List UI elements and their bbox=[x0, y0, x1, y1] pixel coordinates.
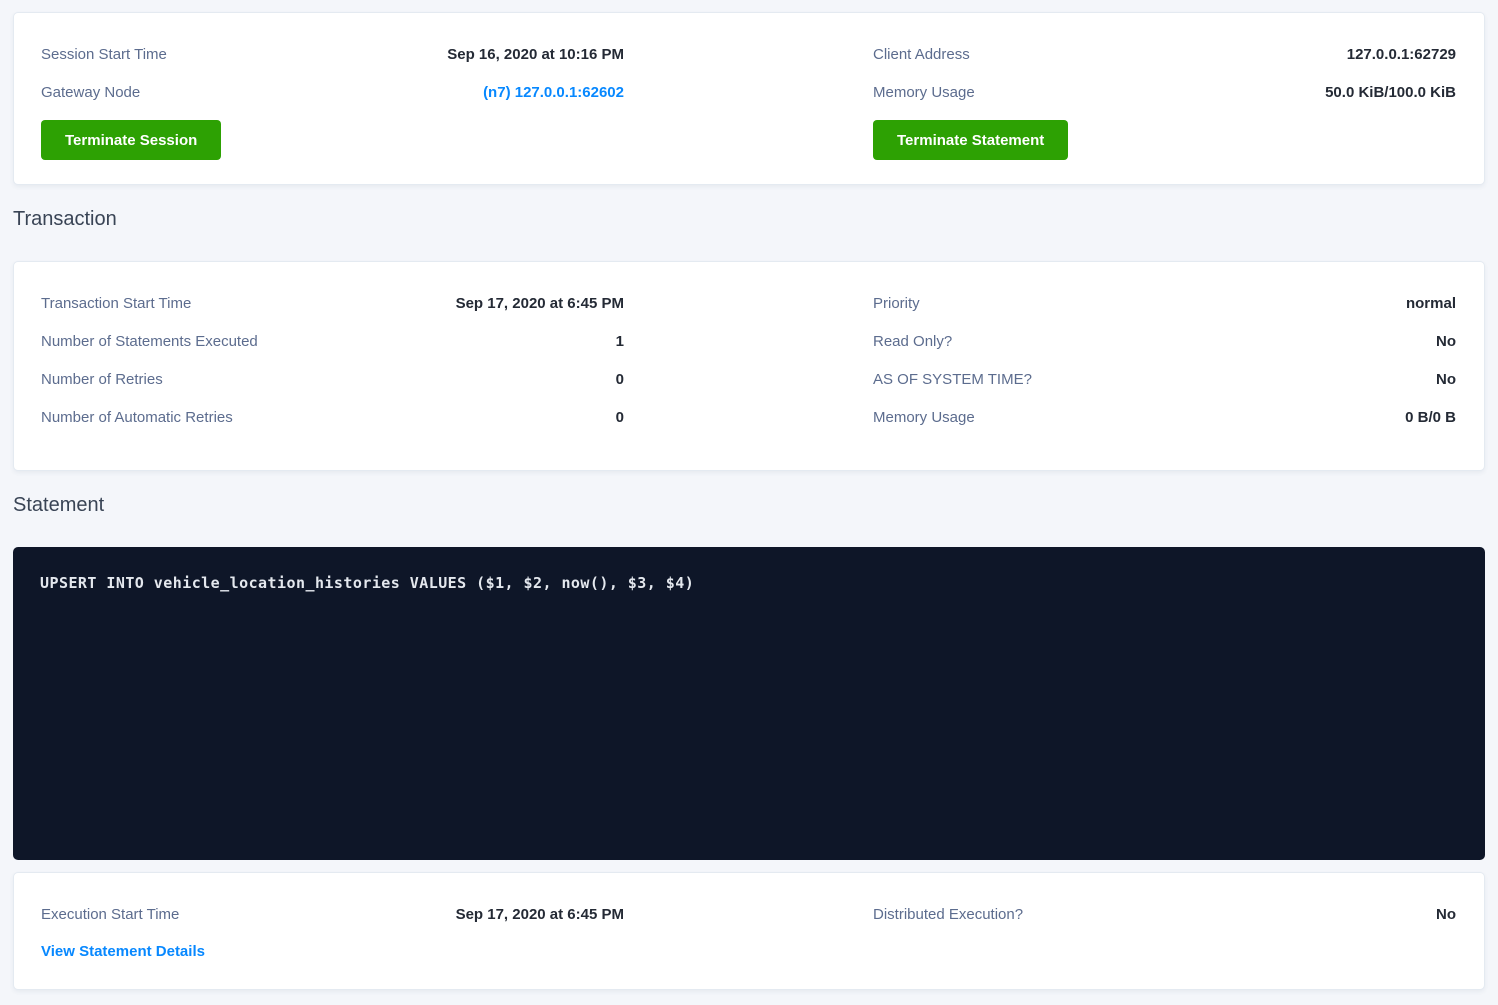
summary-row: Distributed Execution? No bbox=[873, 895, 1456, 933]
row-label: Client Address bbox=[873, 46, 970, 63]
summary-row: Memory Usage 50.0 KiB/100.0 KiB bbox=[873, 73, 1456, 111]
row-value: Sep 16, 2020 at 10:16 PM bbox=[447, 46, 624, 63]
row-label: Number of Retries bbox=[41, 371, 163, 388]
row-value: 0 bbox=[616, 371, 624, 388]
row-label: Read Only? bbox=[873, 333, 952, 350]
row-label: Number of Statements Executed bbox=[41, 333, 258, 350]
view-statement-details-link[interactable]: View Statement Details bbox=[41, 933, 205, 971]
terminate-statement-button[interactable]: Terminate Statement bbox=[873, 120, 1068, 160]
summary-row: Client Address 127.0.0.1:62729 bbox=[873, 35, 1456, 73]
row-value: 127.0.0.1:62729 bbox=[1347, 46, 1456, 63]
summary-row: Number of Statements Executed 1 bbox=[41, 322, 624, 360]
summary-row: AS OF SYSTEM TIME? No bbox=[873, 360, 1456, 398]
transaction-section-title: Transaction bbox=[13, 208, 1485, 231]
row-label: AS OF SYSTEM TIME? bbox=[873, 371, 1032, 388]
session-summary-card: Session Start Time Sep 16, 2020 at 10:16 … bbox=[13, 12, 1485, 185]
transaction-left-rows: Transaction Start Time Sep 17, 2020 at 6:… bbox=[41, 284, 624, 436]
session-summary-left-rows: Session Start Time Sep 16, 2020 at 10:16 … bbox=[41, 35, 624, 111]
statement-section-title: Statement bbox=[13, 494, 1485, 517]
summary-row: Priority normal bbox=[873, 284, 1456, 322]
execution-left-rows: Execution Start Time Sep 17, 2020 at 6:45… bbox=[41, 895, 624, 933]
summary-row: Read Only? No bbox=[873, 322, 1456, 360]
row-value: 50.0 KiB/100.0 KiB bbox=[1325, 84, 1456, 101]
row-value: No bbox=[1436, 371, 1456, 388]
summary-row: Session Start Time Sep 16, 2020 at 10:16 … bbox=[41, 35, 624, 73]
row-label: Number of Automatic Retries bbox=[41, 409, 233, 426]
row-label: Memory Usage bbox=[873, 409, 975, 426]
row-label: Priority bbox=[873, 295, 920, 312]
row-value: Sep 17, 2020 at 6:45 PM bbox=[456, 295, 624, 312]
row-value: 0 B/0 B bbox=[1405, 409, 1456, 426]
session-summary-right-column: Client Address 127.0.0.1:62729 Memory Usag… bbox=[873, 35, 1456, 160]
summary-row: Number of Automatic Retries 0 bbox=[41, 398, 624, 436]
execution-details-card: Execution Start Time Sep 17, 2020 at 6:45… bbox=[13, 872, 1485, 990]
row-label: Session Start Time bbox=[41, 46, 167, 63]
row-value: normal bbox=[1406, 295, 1456, 312]
session-summary-right-rows: Client Address 127.0.0.1:62729 Memory Usag… bbox=[873, 35, 1456, 111]
session-details-page: Session Start Time Sep 16, 2020 at 10:16 … bbox=[0, 0, 1498, 990]
row-value: Sep 17, 2020 at 6:45 PM bbox=[456, 906, 624, 923]
statement-sql-text: UPSERT INTO vehicle_location_histories V… bbox=[40, 574, 1458, 592]
row-value: No bbox=[1436, 906, 1456, 923]
summary-row: Transaction Start Time Sep 17, 2020 at 6:… bbox=[41, 284, 624, 322]
row-value: No bbox=[1436, 333, 1456, 350]
row-value: 0 bbox=[616, 409, 624, 426]
summary-row: Execution Start Time Sep 17, 2020 at 6:45… bbox=[41, 895, 624, 933]
row-label: Memory Usage bbox=[873, 84, 975, 101]
transaction-card: Transaction Start Time Sep 17, 2020 at 6:… bbox=[13, 261, 1485, 471]
row-value: 1 bbox=[616, 333, 624, 350]
summary-row: Gateway Node (n7) 127.0.0.1:62602 bbox=[41, 73, 624, 111]
session-summary-left-column: Session Start Time Sep 16, 2020 at 10:16 … bbox=[41, 35, 624, 160]
row-label: Transaction Start Time bbox=[41, 295, 191, 312]
statement-sql-box: UPSERT INTO vehicle_location_histories V… bbox=[13, 547, 1485, 860]
summary-row: Memory Usage 0 B/0 B bbox=[873, 398, 1456, 436]
gateway-node-link[interactable]: (n7) 127.0.0.1:62602 bbox=[483, 84, 624, 101]
execution-right-rows: Distributed Execution? No bbox=[873, 895, 1456, 971]
row-label: Gateway Node bbox=[41, 84, 140, 101]
execution-left-column: Execution Start Time Sep 17, 2020 at 6:45… bbox=[41, 895, 624, 971]
terminate-session-button[interactable]: Terminate Session bbox=[41, 120, 221, 160]
row-label: Execution Start Time bbox=[41, 906, 179, 923]
transaction-right-rows: PrioritynormalRead Only?NoAS OF SYSTEM T… bbox=[873, 284, 1456, 436]
row-label: Distributed Execution? bbox=[873, 906, 1023, 923]
summary-row: Number of Retries 0 bbox=[41, 360, 624, 398]
